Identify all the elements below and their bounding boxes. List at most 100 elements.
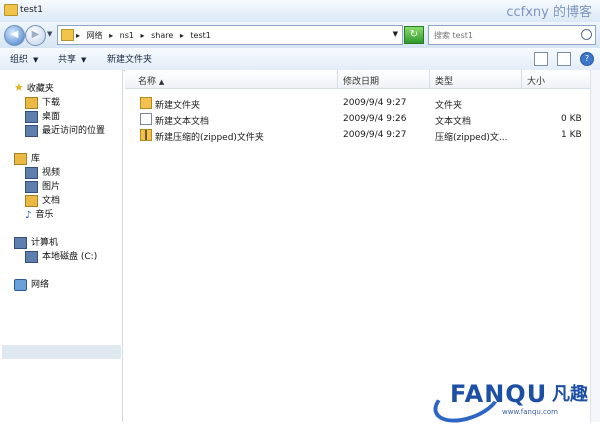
zip-folder-icon <box>140 129 152 141</box>
file-date: 2009/9/4 9:27 <box>343 130 407 140</box>
breadcrumb-test1[interactable]: test1 <box>190 31 210 40</box>
downloads-icon <box>25 96 38 109</box>
folder-icon <box>4 4 18 16</box>
organize-label: 组织 <box>10 55 29 65</box>
nav-pictures[interactable]: 图片 <box>25 179 60 193</box>
back-button[interactable]: ◀ <box>4 25 25 46</box>
preview-pane-icon[interactable] <box>557 52 572 66</box>
nav-downloads[interactable]: 下载 <box>25 95 60 109</box>
file-size: 1 KB <box>561 130 582 140</box>
logo-text: FANQU <box>450 380 548 408</box>
nav-label: 视频 <box>42 168 61 178</box>
file-type: 文件夹 <box>435 101 463 111</box>
picture-icon <box>25 180 38 193</box>
nav-computer[interactable]: 计算机 <box>14 235 58 249</box>
breadcrumb-ns1[interactable]: ns1 <box>120 31 134 40</box>
file-name: 新建文件夹 <box>155 101 201 111</box>
computer-icon <box>14 236 27 249</box>
video-icon <box>25 166 38 179</box>
nav-label: 网络 <box>31 280 50 290</box>
forward-button[interactable]: ▶ <box>25 25 46 46</box>
column-name[interactable]: 名称 ▲ <box>138 74 164 87</box>
nav-recent-places[interactable]: 最近访问的位置 <box>25 123 105 137</box>
selection-highlight <box>2 345 121 359</box>
nav-label: 下载 <box>42 98 61 108</box>
nav-network[interactable]: 网络 <box>14 277 49 291</box>
breadcrumb-network[interactable]: 网络 <box>87 31 103 40</box>
column-label: 名称 <box>138 77 157 87</box>
disk-icon <box>25 250 38 263</box>
breadcrumb-separator[interactable]: ▸ <box>76 31 80 40</box>
column-type[interactable]: 类型 <box>435 74 453 87</box>
nav-favorites[interactable]: ★ 收藏夹 <box>14 81 54 94</box>
nav-videos[interactable]: 视频 <box>25 165 60 179</box>
organize-button[interactable]: 组织 ▼ <box>10 52 38 65</box>
nav-label: 库 <box>31 154 41 164</box>
column-divider[interactable] <box>521 70 522 88</box>
share-button[interactable]: 共享 ▼ <box>58 52 86 65</box>
nav-desktop[interactable]: 桌面 <box>25 109 60 123</box>
folder-icon <box>61 29 74 41</box>
share-label: 共享 <box>58 55 77 65</box>
column-date[interactable]: 修改日期 <box>343 74 379 87</box>
breadcrumb-separator[interactable]: ▸ <box>180 31 184 40</box>
text-file-icon <box>140 113 152 125</box>
nav-label: 文档 <box>42 196 61 206</box>
navigation-pane: ★ 收藏夹 下载 桌面 最近访问的位置 库 视频 图片 文档 ♪ 音乐 计算机 本地… <box>0 70 123 422</box>
table-row[interactable]: 新建文件夹 2009/9/4 9:27 文件夹 <box>125 96 591 111</box>
blog-watermark: ccfxny 的博客 <box>506 5 592 20</box>
address-bar[interactable]: ▸ 网络 ▸ ns1 ▸ share ▸ test1 ▼ <box>57 25 403 45</box>
breadcrumb[interactable]: ▸ 网络 ▸ ns1 ▸ share ▸ test1 <box>76 30 215 41</box>
nav-label: 本地磁盘 (C:) <box>42 252 98 262</box>
nav-local-disk-c[interactable]: 本地磁盘 (C:) <box>25 249 97 263</box>
recent-places-icon <box>25 124 38 137</box>
breadcrumb-share[interactable]: share <box>151 31 173 40</box>
fanqu-watermark: FANQU 凡趣 www.fanqu.com <box>427 366 600 431</box>
nav-label: 音乐 <box>35 210 54 220</box>
nav-libraries[interactable]: 库 <box>14 151 40 165</box>
chevron-down-icon: ▼ <box>33 56 39 64</box>
file-name: 新建文本文档 <box>155 117 210 127</box>
window-title: test1 <box>20 5 44 15</box>
file-type: 压缩(zipped)文... <box>435 133 508 143</box>
nav-documents[interactable]: 文档 <box>25 193 60 207</box>
nav-music[interactable]: ♪ 音乐 <box>25 207 54 221</box>
chevron-down-icon: ▼ <box>81 56 87 64</box>
table-row[interactable]: 新建文本文档 2009/9/4 9:26 文本文档 0 KB <box>125 112 591 127</box>
nav-label: 图片 <box>42 182 61 192</box>
search-input[interactable] <box>432 28 582 42</box>
star-icon: ★ <box>14 81 24 94</box>
new-folder-button[interactable]: 新建文件夹 <box>107 52 152 65</box>
view-controls: ? <box>528 52 594 66</box>
search-box[interactable] <box>428 25 596 45</box>
navigation-bar: ◀ ▶ ▼ ▸ 网络 ▸ ns1 ▸ share ▸ test1 ▼ ↻ <box>0 22 600 49</box>
music-icon: ♪ <box>25 209 32 221</box>
desktop-icon <box>25 110 38 123</box>
help-icon[interactable]: ? <box>580 52 594 66</box>
file-type: 文本文档 <box>435 117 472 127</box>
logo-url: www.fanqu.com <box>502 408 559 416</box>
column-header: 名称 ▲ 修改日期 类型 大小 <box>125 70 591 89</box>
breadcrumb-separator[interactable]: ▸ <box>141 31 145 40</box>
view-options-icon[interactable] <box>534 52 549 66</box>
file-size: 0 KB <box>561 114 582 124</box>
table-row[interactable]: 新建压缩的(zipped)文件夹 2009/9/4 9:27 压缩(zipped… <box>125 128 591 143</box>
chevron-down-icon[interactable]: ▼ <box>393 30 398 38</box>
file-date: 2009/9/4 9:26 <box>343 114 407 124</box>
column-divider[interactable] <box>429 70 430 88</box>
refresh-button[interactable]: ↻ <box>404 26 424 44</box>
search-icon[interactable] <box>581 29 592 40</box>
nav-label: 收藏夹 <box>26 84 54 94</box>
column-size[interactable]: 大小 <box>527 74 545 87</box>
history-dropdown-icon[interactable]: ▼ <box>47 30 52 38</box>
document-icon <box>25 194 38 207</box>
file-name: 新建压缩的(zipped)文件夹 <box>155 133 264 143</box>
nav-label: 计算机 <box>31 238 59 248</box>
network-icon <box>14 278 27 291</box>
library-icon <box>14 152 27 165</box>
command-toolbar: 组织 ▼ 共享 ▼ 新建文件夹 ? <box>0 48 600 71</box>
breadcrumb-separator[interactable]: ▸ <box>109 31 113 40</box>
file-date: 2009/9/4 9:27 <box>343 98 407 108</box>
column-divider[interactable] <box>337 70 338 88</box>
folder-icon <box>140 97 152 109</box>
